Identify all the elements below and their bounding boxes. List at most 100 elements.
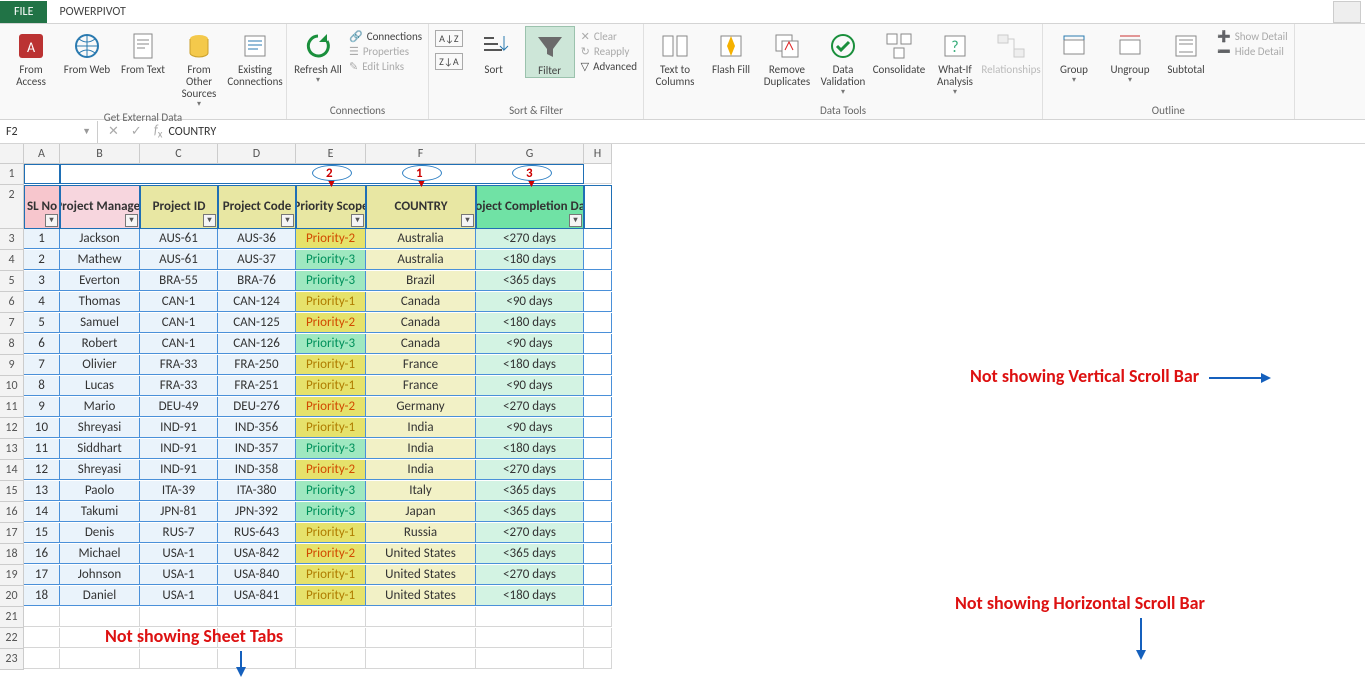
column-header-E[interactable]: E: [296, 144, 366, 164]
row-header-10[interactable]: 10: [0, 376, 24, 397]
cell-sl[interactable]: 2: [24, 250, 60, 270]
connections-button[interactable]: 🔗Connections: [349, 30, 422, 43]
cell-priority[interactable]: Priority-3: [296, 439, 366, 459]
cell-days[interactable]: <180 days: [476, 439, 584, 459]
cell[interactable]: [296, 649, 366, 669]
cell-sl[interactable]: 10: [24, 418, 60, 438]
cell-days[interactable]: <270 days: [476, 523, 584, 543]
relationships-button[interactable]: Relationships: [986, 26, 1036, 76]
cell-pm[interactable]: Paolo: [60, 481, 140, 501]
cell-days[interactable]: <180 days: [476, 313, 584, 333]
group-button[interactable]: Group▾: [1049, 26, 1099, 85]
clear-button[interactable]: ✕Clear: [581, 30, 637, 43]
cell-country[interactable]: Australia: [366, 250, 476, 270]
properties-button[interactable]: ☰Properties: [349, 45, 422, 58]
cell-pid[interactable]: BRA-55: [140, 271, 218, 291]
consolidate-button[interactable]: Consolidate: [874, 26, 924, 76]
cell-priority[interactable]: Priority-1: [296, 355, 366, 375]
cell-sl[interactable]: 7: [24, 355, 60, 375]
sort-az-button[interactable]: A↓Z: [435, 30, 463, 47]
cell[interactable]: [296, 607, 366, 627]
cell-days[interactable]: <180 days: [476, 250, 584, 270]
cell-days[interactable]: <365 days: [476, 481, 584, 501]
cell-sl[interactable]: 14: [24, 502, 60, 522]
cell-pid[interactable]: CAN-1: [140, 313, 218, 333]
cell-sl[interactable]: 16: [24, 544, 60, 564]
show-detail-button[interactable]: ➕Show Detail: [1217, 30, 1288, 43]
cell[interactable]: [584, 607, 612, 627]
cell-pid[interactable]: FRA-33: [140, 376, 218, 396]
cell-pm[interactable]: Lucas: [60, 376, 140, 396]
cell-days[interactable]: <365 days: [476, 271, 584, 291]
cell-pc[interactable]: AUS-37: [218, 250, 296, 270]
cell-priority[interactable]: Priority-2: [296, 397, 366, 417]
filter-icon[interactable]: ▾: [569, 214, 582, 227]
cell-country[interactable]: Japan: [366, 502, 476, 522]
cell-pid[interactable]: AUS-61: [140, 229, 218, 249]
remove-duplicates-button[interactable]: Remove Duplicates: [762, 26, 812, 88]
cell-sl[interactable]: 11: [24, 439, 60, 459]
existing-connections-button[interactable]: Existing Connections: [230, 26, 280, 88]
cell-days[interactable]: <365 days: [476, 544, 584, 564]
cell-country[interactable]: Brazil: [366, 271, 476, 291]
cell-pc[interactable]: IND-357: [218, 439, 296, 459]
row-header-17[interactable]: 17: [0, 523, 24, 544]
fx-icon[interactable]: fx: [154, 123, 163, 141]
cell-pm[interactable]: Mathew: [60, 250, 140, 270]
cell-country[interactable]: France: [366, 355, 476, 375]
cell-pc[interactable]: USA-841: [218, 586, 296, 606]
row-header-11[interactable]: 11: [0, 397, 24, 418]
cell-pc[interactable]: AUS-36: [218, 229, 296, 249]
hide-detail-button[interactable]: ➖Hide Detail: [1217, 45, 1288, 58]
cell-pc[interactable]: CAN-125: [218, 313, 296, 333]
cell-pid[interactable]: USA-1: [140, 586, 218, 606]
text-to-columns-button[interactable]: Text to Columns: [650, 26, 700, 88]
cell-pc[interactable]: CAN-124: [218, 292, 296, 312]
cell[interactable]: [366, 649, 476, 669]
cell-country[interactable]: Canada: [366, 334, 476, 354]
cell-pm[interactable]: Robert: [60, 334, 140, 354]
row-header-22[interactable]: 22: [0, 628, 24, 649]
cell-sl[interactable]: 4: [24, 292, 60, 312]
cell-pm[interactable]: Jackson: [60, 229, 140, 249]
cell-priority[interactable]: Priority-3: [296, 502, 366, 522]
cell-days[interactable]: <270 days: [476, 565, 584, 585]
cell-pid[interactable]: CAN-1: [140, 292, 218, 312]
filter-icon[interactable]: ▾: [125, 214, 138, 227]
cell-priority[interactable]: Priority-1: [296, 523, 366, 543]
cell-sl[interactable]: 8: [24, 376, 60, 396]
cell-country[interactable]: India: [366, 439, 476, 459]
cell-pid[interactable]: JPN-81: [140, 502, 218, 522]
header-sl[interactable]: SL No▾: [24, 185, 60, 229]
row-header-20[interactable]: 20: [0, 586, 24, 607]
cell-priority[interactable]: Priority-1: [296, 418, 366, 438]
cell-sl[interactable]: 3: [24, 271, 60, 291]
row-header-2[interactable]: 2: [0, 185, 24, 229]
cell-pc[interactable]: JPN-392: [218, 502, 296, 522]
cell-pid[interactable]: AUS-61: [140, 250, 218, 270]
cell[interactable]: [140, 607, 218, 627]
cell-sl[interactable]: 13: [24, 481, 60, 501]
cell-country[interactable]: France: [366, 376, 476, 396]
cell-sl[interactable]: 17: [24, 565, 60, 585]
cell-priority[interactable]: Priority-1: [296, 292, 366, 312]
column-header-C[interactable]: C: [140, 144, 218, 164]
cell[interactable]: [60, 649, 140, 669]
cell-country[interactable]: India: [366, 418, 476, 438]
cell-pc[interactable]: IND-358: [218, 460, 296, 480]
cancel-icon[interactable]: ✕: [108, 124, 119, 139]
header-project-manager[interactable]: Project Manager▾: [60, 185, 140, 229]
cell-days[interactable]: <180 days: [476, 355, 584, 375]
row-header-3[interactable]: 3: [0, 229, 24, 250]
cell[interactable]: [140, 649, 218, 669]
tab-powerpivot[interactable]: POWERPIVOT: [47, 1, 137, 23]
cell-pm[interactable]: Daniel: [60, 586, 140, 606]
row-header-21[interactable]: 21: [0, 607, 24, 628]
cell-pm[interactable]: Shreyasi: [60, 418, 140, 438]
cell-pm[interactable]: Johnson: [60, 565, 140, 585]
cell-pc[interactable]: FRA-250: [218, 355, 296, 375]
cell-priority[interactable]: Priority-2: [296, 229, 366, 249]
cell-priority[interactable]: Priority-2: [296, 544, 366, 564]
cell-pc[interactable]: IND-356: [218, 418, 296, 438]
cell-pid[interactable]: CAN-1: [140, 334, 218, 354]
